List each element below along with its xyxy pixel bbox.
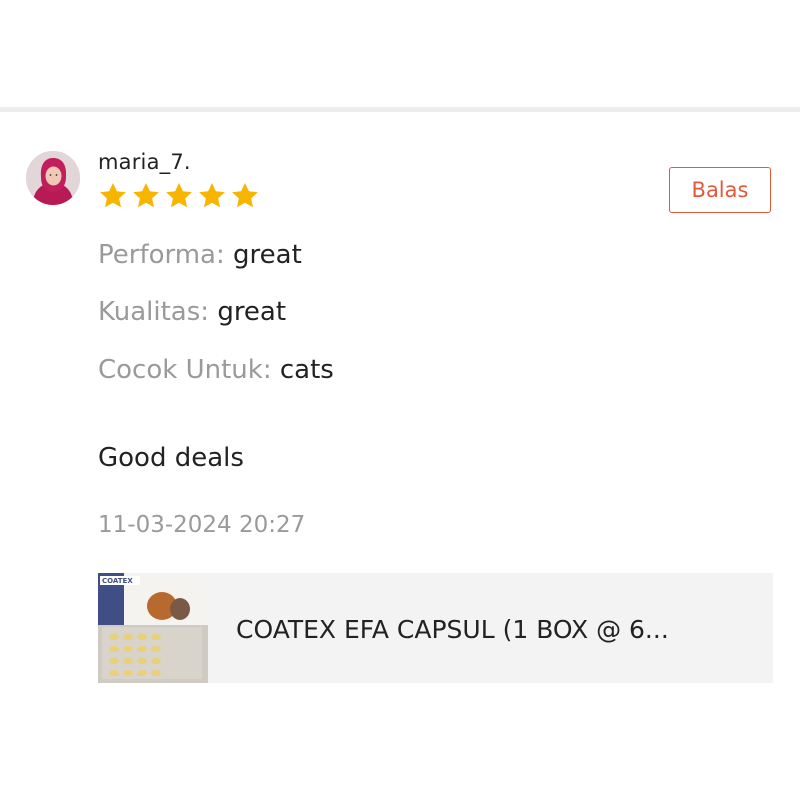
attribute-cocok-untuk: Cocok Untuk: cats (98, 355, 334, 385)
star-icon (199, 183, 225, 208)
star-rating (98, 181, 260, 211)
star-icon (166, 183, 192, 208)
reviewer-username[interactable]: maria_7. (98, 150, 191, 174)
attribute-label: Performa: (98, 240, 234, 270)
review-comment: Good deals (98, 443, 244, 473)
top-area (0, 0, 800, 107)
reply-button[interactable]: Balas (669, 167, 771, 213)
attribute-label: Cocok Untuk: (98, 355, 280, 385)
star-icon (133, 183, 159, 208)
attribute-kualitas: Kualitas: great (98, 297, 286, 327)
review-timestamp: 11-03-2024 20:27 (98, 512, 306, 538)
section-divider (0, 107, 800, 112)
star-icon (100, 183, 126, 208)
attribute-label: Kualitas: (98, 297, 218, 327)
avatar[interactable] (26, 151, 80, 205)
avatar-image (26, 151, 80, 205)
star-icon (232, 183, 258, 208)
attribute-value: great (233, 240, 302, 270)
attribute-value: great (217, 297, 287, 327)
product-title[interactable]: COATEX EFA CAPSUL (1 BOX @ 6... (236, 615, 756, 644)
attribute-performa: Performa: great (98, 240, 302, 270)
product-thumbnail: COATEX (98, 573, 208, 683)
attribute-value: cats (279, 355, 334, 385)
product-card[interactable]: COATEX COATEX EFA CAPSUL (1 BOX @ 6... (98, 573, 773, 683)
thumbnail-brand-text: COATEX (102, 577, 133, 585)
